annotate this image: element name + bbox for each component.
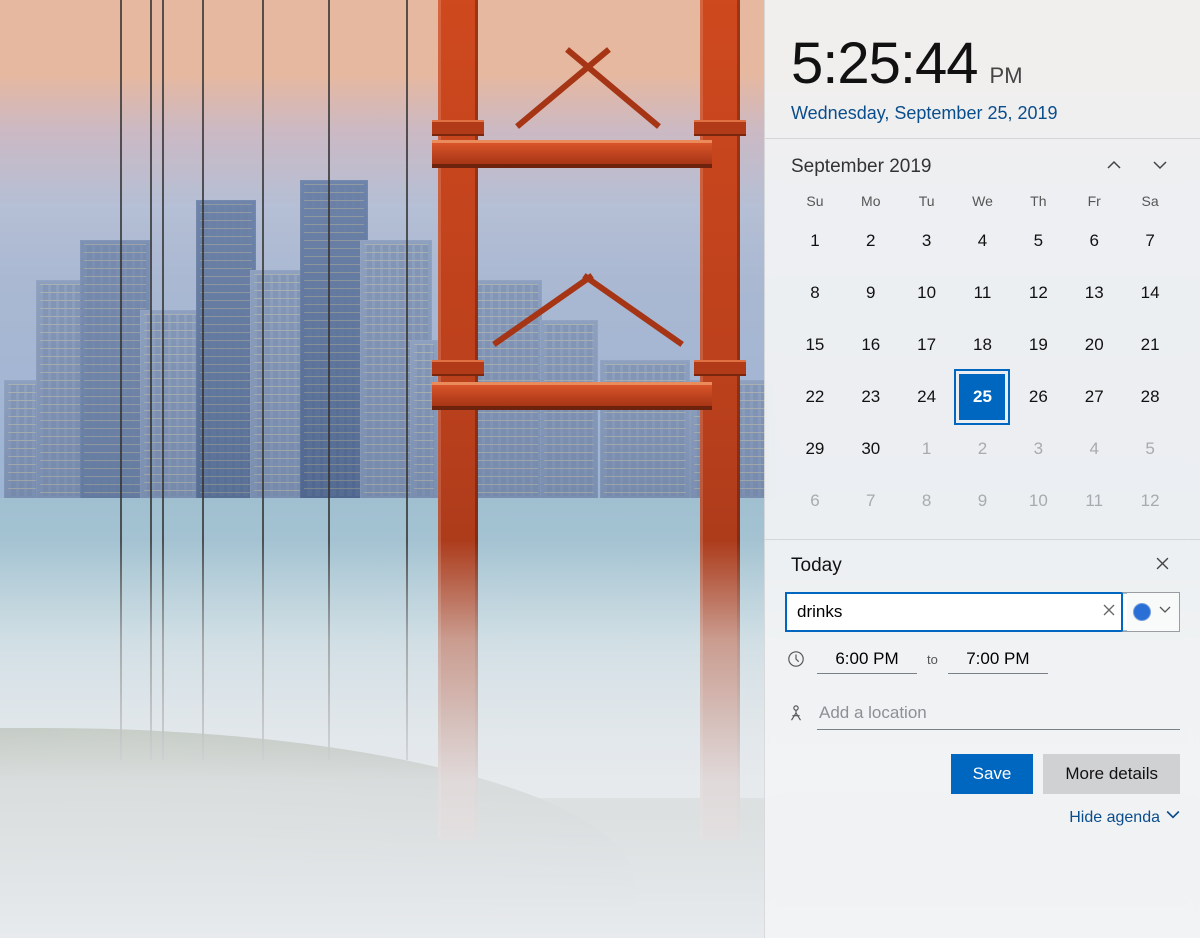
calendar-day[interactable]: 21 <box>1122 319 1178 371</box>
calendar-dow: Fr <box>1066 187 1122 215</box>
calendar-day[interactable]: 7 <box>1122 215 1178 267</box>
calendar-day[interactable]: 30 <box>843 423 899 475</box>
current-date[interactable]: Wednesday, September 25, 2019 <box>791 103 1174 124</box>
save-button[interactable]: Save <box>951 754 1034 794</box>
event-create-section: Today <box>765 540 1200 794</box>
clock-section: 5:25:44 PM Wednesday, September 25, 2019 <box>765 0 1200 139</box>
calendar-day[interactable]: 11 <box>955 267 1011 319</box>
close-icon <box>1156 557 1169 575</box>
calendar-day[interactable]: 22 <box>787 371 843 423</box>
calendar-day-today[interactable]: 25 <box>955 371 1011 423</box>
calendar-dow: Mo <box>843 187 899 215</box>
calendar-day[interactable]: 12 <box>1122 475 1178 527</box>
calendar-day[interactable]: 1 <box>787 215 843 267</box>
calendar-day[interactable]: 20 <box>1066 319 1122 371</box>
calendar-day[interactable]: 29 <box>787 423 843 475</box>
calendar-day[interactable]: 18 <box>955 319 1011 371</box>
time-range-separator: to <box>927 652 938 667</box>
close-icon <box>1103 603 1115 621</box>
chevron-down-icon <box>1159 603 1171 621</box>
calendar-day[interactable]: 2 <box>955 423 1011 475</box>
calendar-day[interactable]: 24 <box>899 371 955 423</box>
calendar-color-picker[interactable] <box>1121 592 1180 632</box>
calendar-day[interactable]: 11 <box>1066 475 1122 527</box>
calendar-day[interactable]: 5 <box>1122 423 1178 475</box>
chevron-down-icon <box>1166 808 1180 827</box>
calendar-day[interactable]: 27 <box>1066 371 1122 423</box>
calendar-dow: We <box>955 187 1011 215</box>
color-swatch-icon <box>1133 603 1151 621</box>
calendar-day[interactable]: 10 <box>899 267 955 319</box>
calendar-dow: Tu <box>899 187 955 215</box>
hide-agenda-toggle[interactable]: Hide agenda <box>1069 808 1180 827</box>
calendar-day[interactable]: 6 <box>787 475 843 527</box>
location-icon <box>785 704 807 722</box>
calendar-prev-month[interactable] <box>1100 153 1128 181</box>
more-details-button[interactable]: More details <box>1043 754 1180 794</box>
calendar-day[interactable]: 3 <box>1010 423 1066 475</box>
clear-title-button[interactable] <box>1097 592 1121 632</box>
calendar-day[interactable]: 8 <box>899 475 955 527</box>
calendar-day[interactable]: 5 <box>1010 215 1066 267</box>
calendar-day[interactable]: 1 <box>899 423 955 475</box>
calendar-day[interactable]: 12 <box>1010 267 1066 319</box>
calendar-next-month[interactable] <box>1146 153 1174 181</box>
calendar-section: September 2019 SuMoTuWeThFrSa 1234567891… <box>765 139 1200 531</box>
event-location-input[interactable] <box>817 696 1180 730</box>
hide-agenda-label: Hide agenda <box>1069 809 1160 827</box>
calendar-day[interactable]: 19 <box>1010 319 1066 371</box>
current-time: 5:25:44 <box>791 30 978 97</box>
event-end-time[interactable] <box>948 644 1048 674</box>
calendar-day[interactable]: 26 <box>1010 371 1066 423</box>
calendar-day[interactable]: 2 <box>843 215 899 267</box>
chevron-up-icon <box>1106 157 1122 178</box>
calendar-day[interactable]: 14 <box>1122 267 1178 319</box>
calendar-day[interactable]: 6 <box>1066 215 1122 267</box>
event-close-button[interactable] <box>1150 554 1174 578</box>
calendar-day[interactable]: 8 <box>787 267 843 319</box>
calendar-day[interactable]: 13 <box>1066 267 1122 319</box>
clock-icon <box>785 650 807 668</box>
time-ampm: PM <box>990 63 1023 89</box>
event-title-input[interactable] <box>785 592 1127 632</box>
calendar-dow: Sa <box>1122 187 1178 215</box>
event-section-label: Today <box>791 555 842 577</box>
clock-calendar-flyout: 5:25:44 PM Wednesday, September 25, 2019… <box>764 0 1200 938</box>
calendar-day[interactable]: 16 <box>843 319 899 371</box>
calendar-day[interactable]: 15 <box>787 319 843 371</box>
calendar-dow: Th <box>1010 187 1066 215</box>
calendar-day[interactable]: 7 <box>843 475 899 527</box>
calendar-day[interactable]: 4 <box>1066 423 1122 475</box>
chevron-down-icon <box>1152 157 1168 178</box>
calendar-day[interactable]: 28 <box>1122 371 1178 423</box>
calendar-day[interactable]: 23 <box>843 371 899 423</box>
calendar-dow: Su <box>787 187 843 215</box>
calendar-day[interactable]: 9 <box>843 267 899 319</box>
calendar-day[interactable]: 3 <box>899 215 955 267</box>
calendar-month-label[interactable]: September 2019 <box>791 156 932 178</box>
calendar-day[interactable]: 4 <box>955 215 1011 267</box>
calendar-day[interactable]: 17 <box>899 319 955 371</box>
calendar-day[interactable]: 9 <box>955 475 1011 527</box>
event-start-time[interactable] <box>817 644 917 674</box>
calendar-day[interactable]: 10 <box>1010 475 1066 527</box>
